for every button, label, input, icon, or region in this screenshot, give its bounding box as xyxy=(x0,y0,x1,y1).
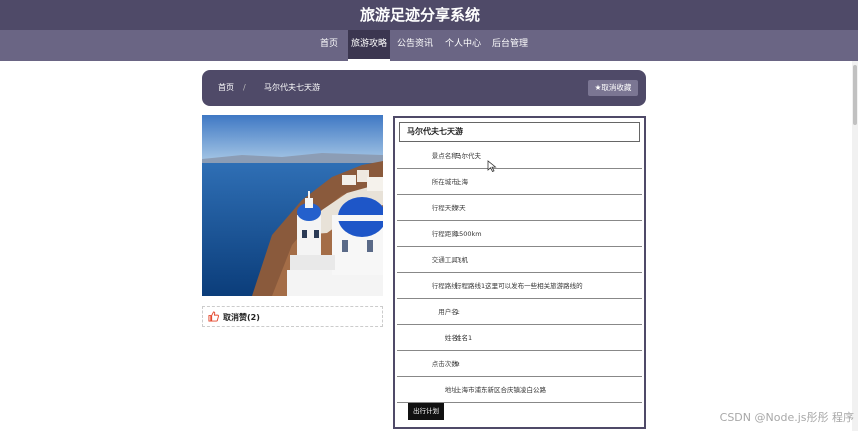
nav-item-announcements[interactable]: 公告资讯 xyxy=(394,30,436,61)
detail-row-attraction: 景点名称: 马尔代夫 xyxy=(397,143,642,169)
detail-title: 马尔代夫七天游 xyxy=(399,122,640,142)
unlike-label: 取消赞(2) xyxy=(223,313,260,322)
destination-photo xyxy=(202,115,383,296)
thumbs-up-icon xyxy=(208,311,219,322)
field-value: 行程路线1这里可以发布一些相关旅游路线的 xyxy=(455,282,583,290)
detail-row-distance: 行程距离: 1500km xyxy=(397,221,642,247)
detail-row-route: 行程路线: 行程路线1这里可以发布一些相关旅游路线的 xyxy=(397,273,642,299)
detail-row-name: 姓名: 姓名1 xyxy=(397,325,642,351)
field-value: 9 xyxy=(455,360,460,368)
site-header: 旅游足迹分享系统 xyxy=(0,0,858,30)
breadcrumb-separator: / xyxy=(243,83,246,92)
field-value: 1500km xyxy=(455,230,482,238)
watermark: CSDN @Node.js彤彤 程序 xyxy=(719,411,854,424)
detail-row-clicks: 点击次数: 9 xyxy=(397,351,642,377)
field-value: 上海市浦东新区合庆镇凌白公路 xyxy=(455,386,546,394)
detail-panel: 马尔代夫七天游 景点名称: 马尔代夫 所在城市: 上海 行程天数: 7天 行程距… xyxy=(393,116,646,429)
detail-row-days: 行程天数: 7天 xyxy=(397,195,642,221)
unfavorite-button[interactable]: ★取消收藏 xyxy=(588,80,638,96)
detail-row-city: 所在城市: 上海 xyxy=(397,169,642,195)
field-value: 1 xyxy=(455,308,460,316)
mouse-cursor-icon xyxy=(487,160,497,172)
nav-item-home[interactable]: 首页 xyxy=(314,30,344,61)
site-title: 旅游足迹分享系统 xyxy=(359,6,480,24)
breadcrumb-bar: 首页 / 马尔代夫七天游 ★取消收藏 xyxy=(202,70,646,106)
main-nav: 首页 旅游攻略 公告资讯 个人中心 后台管理 xyxy=(0,30,858,61)
like-box[interactable]: 取消赞(2) xyxy=(202,306,383,327)
nav-item-admin[interactable]: 后台管理 xyxy=(489,30,531,61)
field-value: 姓名1 xyxy=(455,334,473,342)
scrollbar-thumb[interactable] xyxy=(853,65,857,125)
page-scrollbar[interactable] xyxy=(852,61,858,431)
detail-row-username: 用户名: 1 xyxy=(397,299,642,325)
field-value: 飞机 xyxy=(455,256,468,264)
breadcrumb-home[interactable]: 首页 xyxy=(218,70,234,106)
detail-row-address: 地址: 上海市浦东新区合庆镇凌白公路 xyxy=(397,377,642,403)
field-value: 马尔代夫 xyxy=(455,152,481,160)
field-value: 7天 xyxy=(455,204,466,212)
breadcrumb-current: 马尔代夫七天游 xyxy=(264,83,320,92)
nav-item-personal-center[interactable]: 个人中心 xyxy=(442,30,484,61)
nav-item-travel-guides[interactable]: 旅游攻略 xyxy=(348,30,390,61)
santorini-image xyxy=(202,115,383,296)
field-value: 上海 xyxy=(455,178,468,186)
unfavorite-label: 取消收藏 xyxy=(601,83,632,92)
detail-row-transport: 交通工具: 飞机 xyxy=(397,247,642,273)
trip-plan-button[interactable]: 出行计划 xyxy=(408,403,444,420)
